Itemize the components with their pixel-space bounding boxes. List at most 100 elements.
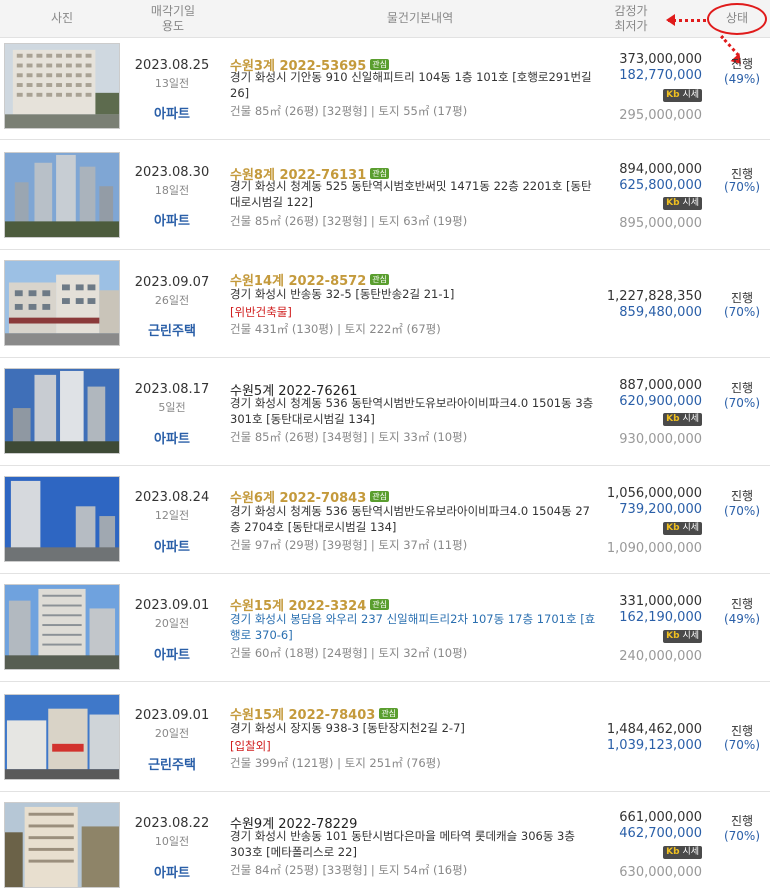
sale-date: 2023.08.17	[134, 382, 210, 397]
market-price-badge[interactable]: Kb 시세	[663, 197, 702, 210]
appraisal-price: 373,000,000	[619, 52, 702, 67]
minimum-price: 620,900,000	[619, 394, 702, 409]
days-left: 5일전	[158, 401, 186, 414]
status: 진행	[730, 489, 754, 503]
address: 경기 화성시 봉담읍 와우리 237 신일해피트리2차 107동 17층 170…	[230, 612, 596, 642]
area-info: 건물 85㎡ (26평) [32평형] | 토지 55㎡ (17평)	[230, 104, 468, 118]
table-row[interactable]: 2023.09.01 20일전 근린주택 수원15계 2022-78403 관심 …	[0, 682, 770, 792]
days-left: 12일전	[154, 509, 190, 522]
address: 경기 화성시 청계동 536 동탄역시범반도유보라아이비파크4.0 1501동 …	[230, 396, 594, 426]
appraisal-price: 1,484,462,000	[606, 722, 702, 737]
table-row[interactable]: 2023.09.01 20일전 아파트 수원15계 2022-3324 관심 경기…	[0, 574, 770, 682]
table-row[interactable]: 2023.08.22 10일전 아파트 수원9계 2022-78229 경기 화…	[0, 792, 770, 888]
sale-date: 2023.09.01	[134, 708, 210, 723]
header-photo: 사진	[50, 11, 74, 25]
table-row[interactable]: 2023.08.17 5일전 아파트 수원5계 2022-76261 경기 화성…	[0, 358, 770, 466]
appraisal-price: 894,000,000	[619, 162, 702, 177]
status: 진행	[730, 597, 754, 611]
sale-date: 2023.08.25	[134, 58, 210, 73]
market-price-badge[interactable]: Kb 시세	[663, 846, 702, 859]
status-percent: (70%)	[723, 738, 761, 752]
status: 진행	[730, 381, 754, 395]
usage-type: 아파트	[154, 540, 190, 555]
market-price: 295,000,000	[619, 108, 702, 123]
area-info: 건물 431㎡ (130평) | 토지 222㎡ (67평)	[230, 322, 441, 336]
status-percent: (70%)	[723, 504, 761, 518]
table-row[interactable]: 2023.08.24 12일전 아파트 수원6계 2022-70843 관심 경기…	[0, 466, 770, 574]
interest-badge: 관심	[370, 274, 389, 285]
market-price: 1,090,000,000	[606, 541, 702, 556]
days-left: 10일전	[154, 835, 190, 848]
header-date-usage: 매각기일 용도	[130, 4, 216, 34]
table-header: 사진 매각기일 용도 물건기본내역 감정가 최저가 상태	[0, 0, 770, 38]
appraisal-price: 1,056,000,000	[606, 486, 702, 501]
property-photo[interactable]	[4, 152, 120, 238]
header-price[interactable]: 감정가 최저가	[596, 4, 666, 34]
days-left: 26일전	[154, 294, 190, 307]
status-highlight-circle	[707, 3, 767, 35]
table-row[interactable]: 2023.08.30 18일전 아파트 수원8계 2022-76131 관심 경기…	[0, 140, 770, 250]
table-row[interactable]: 2023.08.25 13일전 아파트 수원3계 2022-53695 관심 경기…	[0, 38, 770, 140]
minimum-price: 1,039,123,000	[606, 738, 702, 753]
address: 경기 화성시 반송동 32-5 [동탄반송2길 21-1]	[230, 287, 455, 301]
area-info: 건물 85㎡ (26평) [34평형] | 토지 33㎡ (10평)	[230, 430, 468, 444]
appraisal-price: 887,000,000	[619, 378, 702, 393]
kb-icon: Kb	[666, 523, 680, 533]
property-photo[interactable]	[4, 368, 120, 454]
sale-date: 2023.08.22	[134, 816, 210, 831]
arrow-left-icon	[666, 14, 675, 26]
kb-icon: Kb	[666, 198, 680, 208]
minimum-price: 162,190,000	[619, 610, 702, 625]
market-price-badge[interactable]: Kb 시세	[663, 522, 702, 535]
usage-type: 근린주택	[148, 758, 196, 773]
usage-type: 아파트	[154, 214, 190, 229]
status-percent: (70%)	[723, 305, 761, 319]
minimum-price: 739,200,000	[619, 502, 702, 517]
interest-badge: 관심	[370, 599, 389, 610]
property-photo[interactable]	[4, 476, 120, 562]
sale-date: 2023.08.30	[134, 165, 210, 180]
property-photo[interactable]	[4, 584, 120, 670]
header-date: 매각기일	[150, 4, 196, 18]
days-left: 20일전	[154, 617, 190, 630]
address: 경기 화성시 청계동 536 동탄역시범반도유보라아이비파크4.0 1504동 …	[230, 504, 590, 534]
area-info: 건물 84㎡ (25평) [33평형] | 토지 54㎡ (16평)	[230, 863, 468, 877]
address: 경기 화성시 기안동 910 신일해피트리 104동 1층 101호 [호행로2…	[230, 70, 592, 100]
appraisal-price: 1,227,828,350	[606, 289, 702, 304]
property-photo[interactable]	[4, 43, 120, 129]
status: 진행	[730, 291, 754, 305]
table-row[interactable]: 2023.09.07 26일전 근린주택 수원14계 2022-8572 관심 경…	[0, 250, 770, 358]
address: 경기 화성시 장지동 938-3 [동탄장지천2길 2-7]	[230, 721, 465, 735]
market-price: 630,000,000	[619, 865, 702, 880]
address: 경기 화성시 반송동 101 동탄시범다은마을 메타역 롯데캐슬 306동 3층…	[230, 829, 575, 859]
sale-date: 2023.09.01	[134, 598, 210, 613]
property-photo[interactable]	[4, 802, 120, 888]
warning-label: [위반건축물]	[230, 305, 292, 319]
status-percent: (70%)	[723, 180, 761, 194]
status: 진행	[730, 814, 754, 828]
market-price-badge[interactable]: Kb 시세	[663, 89, 702, 102]
market-price-badge[interactable]: Kb 시세	[663, 413, 702, 426]
sale-date: 2023.09.07	[134, 275, 210, 290]
usage-type: 근린주택	[148, 324, 196, 339]
status: 진행	[730, 724, 754, 738]
days-left: 13일전	[154, 77, 190, 90]
status-percent: (70%)	[723, 829, 761, 843]
area-info: 건물 399㎡ (121평) | 토지 251㎡ (76평)	[230, 756, 441, 770]
minimum-price: 462,700,000	[619, 826, 702, 841]
property-photo[interactable]	[4, 694, 120, 780]
property-photo[interactable]	[4, 260, 120, 346]
usage-type: 아파트	[154, 648, 190, 663]
header-usage: 용도	[161, 19, 185, 33]
area-info: 건물 97㎡ (29평) [39평형] | 토지 37㎡ (11평)	[230, 538, 468, 552]
market-price: 895,000,000	[619, 216, 702, 231]
header-minimum: 최저가	[614, 19, 648, 33]
kb-icon: Kb	[666, 414, 680, 424]
status-percent: (49%)	[723, 612, 761, 626]
appraisal-price: 661,000,000	[619, 810, 702, 825]
days-left: 20일전	[154, 727, 190, 740]
area-info: 건물 85㎡ (26평) [32평형] | 토지 63㎡ (19평)	[230, 214, 468, 228]
status: 진행	[730, 57, 754, 71]
status-percent: (49%)	[723, 72, 761, 86]
market-price-badge[interactable]: Kb 시세	[663, 630, 702, 643]
